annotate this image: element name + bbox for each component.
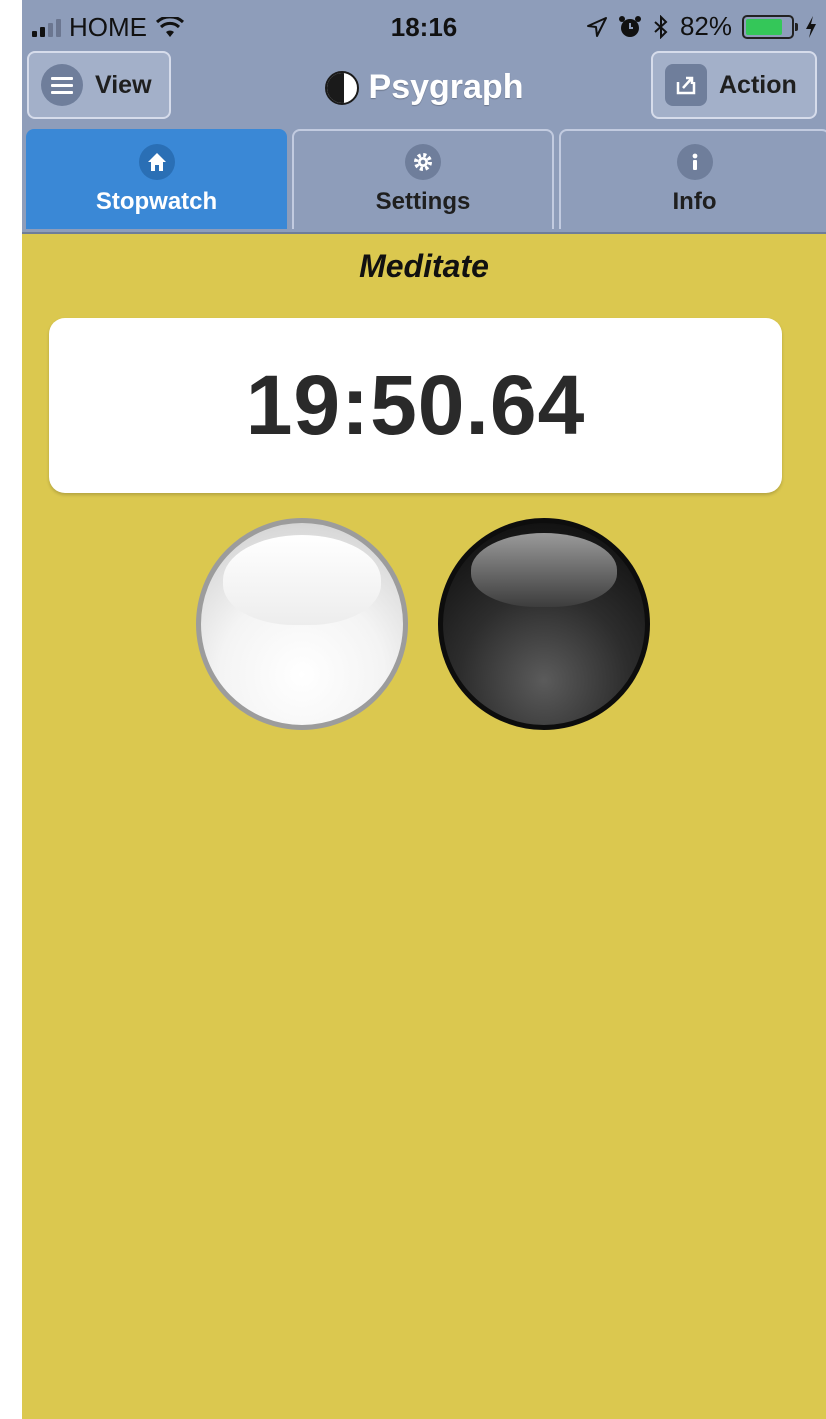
location-arrow-icon xyxy=(586,16,607,37)
tab-info[interactable]: Info xyxy=(559,129,826,229)
tab-stopwatch-label: Stopwatch xyxy=(95,188,218,215)
alarm-icon xyxy=(618,15,641,37)
share-icon xyxy=(665,64,707,106)
status-bar: HOME 18:16 82% xyxy=(22,0,826,52)
tab-bar: Stopwatch Settings Info xyxy=(26,129,826,229)
tab-stopwatch[interactable]: Stopwatch xyxy=(26,129,287,229)
bluetooth-icon xyxy=(654,14,668,39)
reset-button-black[interactable] xyxy=(438,518,650,730)
tab-settings[interactable]: Settings xyxy=(292,129,554,229)
home-icon xyxy=(138,144,175,180)
app-title-text: Psygraph xyxy=(368,68,524,106)
action-button[interactable]: Action xyxy=(651,51,817,119)
stopwatch-display: 19:50.64 xyxy=(49,318,782,493)
charging-bolt-icon xyxy=(806,15,816,38)
header-area: HOME 18:16 82% View Psygraph Action Stop… xyxy=(22,0,826,234)
tab-settings-label: Settings xyxy=(375,188,471,215)
action-button-label: Action xyxy=(719,70,797,99)
psygraph-logo-icon xyxy=(324,70,359,105)
battery-percent: 82% xyxy=(679,11,732,41)
info-icon xyxy=(676,144,713,180)
app-screen: HOME 18:16 82% View Psygraph Action Stop… xyxy=(22,0,826,1419)
status-right: 82% xyxy=(586,11,818,42)
battery-fill xyxy=(746,18,783,35)
activity-title: Meditate xyxy=(359,248,489,284)
battery-icon xyxy=(742,14,798,39)
tab-info-label: Info xyxy=(672,188,717,215)
start-stop-button-white[interactable] xyxy=(196,518,408,730)
gear-icon xyxy=(405,144,441,180)
